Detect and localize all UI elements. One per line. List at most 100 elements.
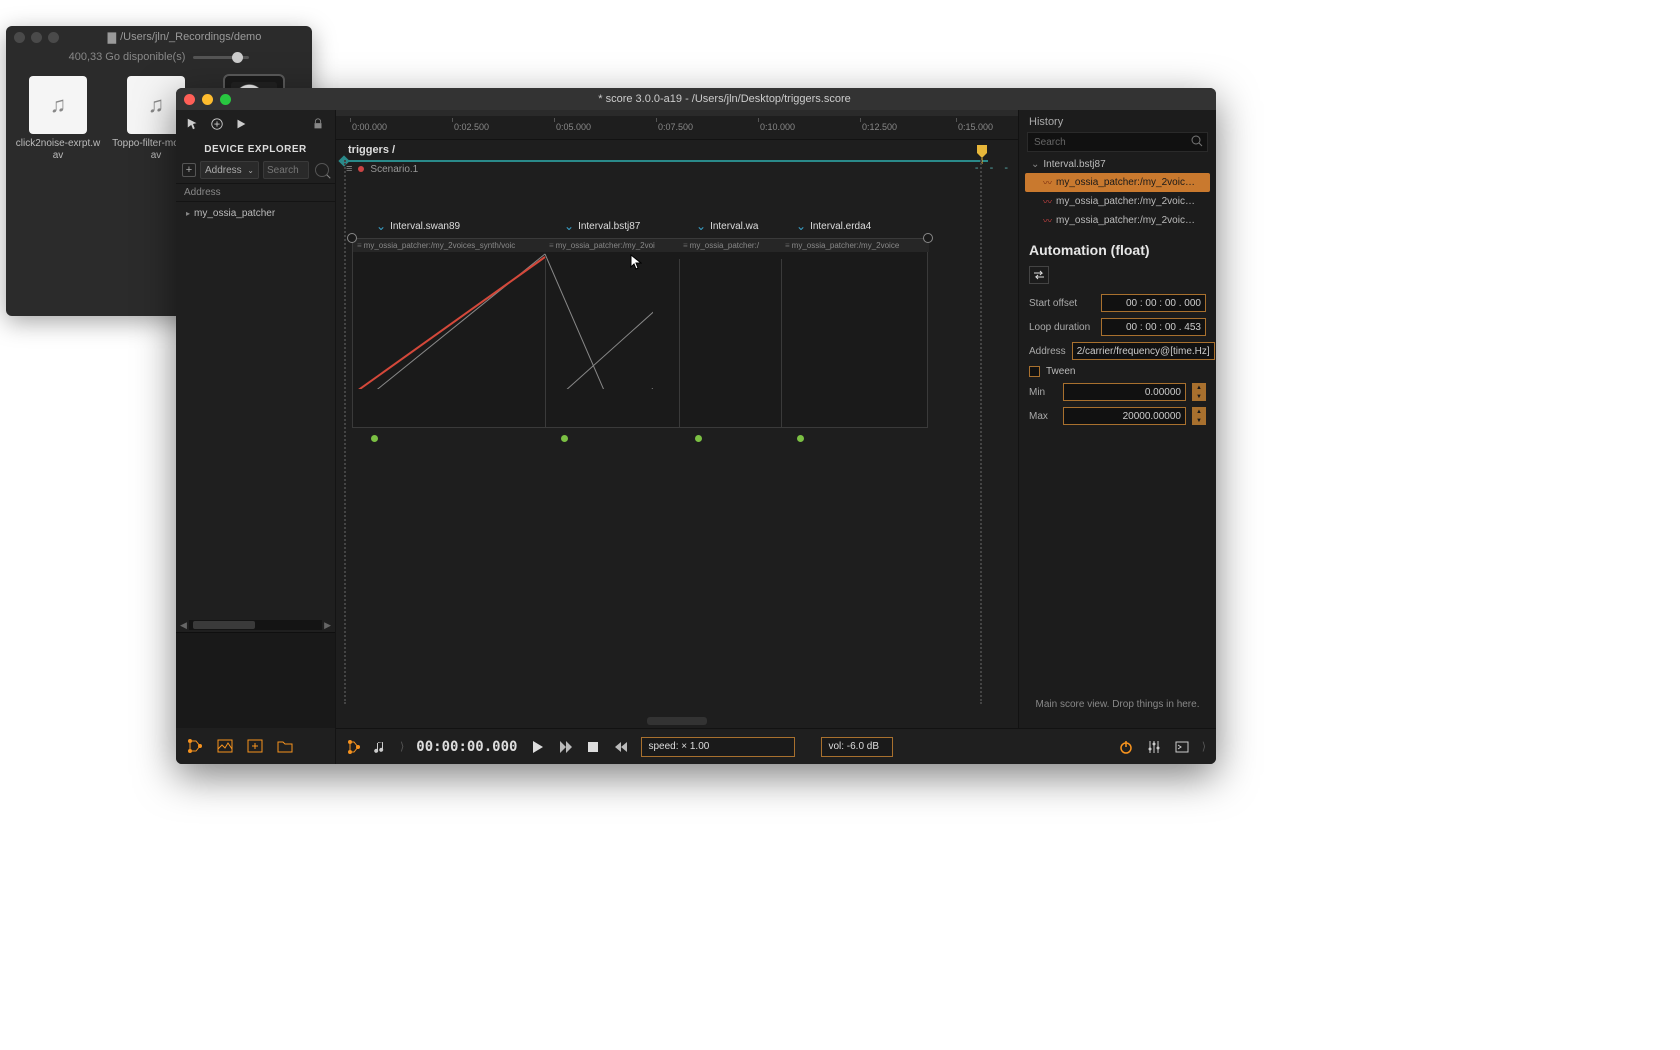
history-item[interactable]: 〰my_ossia_patcher:/my_2voic…	[1025, 192, 1210, 211]
finder-statusbar: 400,33 Go disponible(s)	[6, 48, 312, 66]
audio-file-icon: ♫	[29, 76, 87, 134]
chevron-down-icon: ⌄	[247, 166, 254, 175]
finder-max-dot[interactable]	[48, 32, 59, 43]
image-icon[interactable]	[216, 737, 234, 755]
scroll-track[interactable]	[189, 620, 322, 630]
ruler-label: 0:12.500	[862, 122, 897, 132]
zoom-button[interactable]	[220, 94, 231, 105]
interval-title[interactable]: Interval.bstj87	[564, 218, 640, 234]
address-mode-select[interactable]: Address ⌄	[200, 161, 259, 179]
center-canvas[interactable]: 0:00.000 0:02.500 0:05.000 0:07.500 0:10…	[336, 110, 1018, 728]
device-tree[interactable]: my_ossia_patcher	[176, 202, 335, 618]
scroll-thumb[interactable]	[193, 621, 255, 629]
finder-min-dot[interactable]	[31, 32, 42, 43]
scroll-left-icon[interactable]: ◀	[180, 620, 187, 631]
interval-title[interactable]: Interval.swan89	[376, 218, 460, 234]
close-button[interactable]	[184, 94, 195, 105]
history-search-input[interactable]: Search	[1027, 132, 1208, 152]
address-search-input[interactable]: Search	[263, 161, 309, 179]
stop-button[interactable]	[585, 739, 601, 755]
tree-item-label: my_ossia_patcher	[194, 208, 275, 219]
root-interval-bar[interactable]	[344, 160, 988, 162]
breadcrumb-label: triggers /	[348, 144, 395, 156]
divider: ⟩	[1202, 740, 1206, 753]
max-label: Max	[1029, 411, 1057, 422]
folder-icon[interactable]	[276, 737, 294, 755]
address-row: + Address ⌄ Search	[176, 161, 335, 183]
ruler-label: 0:00.000	[352, 122, 387, 132]
score-titlebar[interactable]: * score 3.0.0-a19 - /Users/jln/Desktop/t…	[176, 88, 1216, 110]
speed-input[interactable]: speed: × 1.00	[641, 737, 795, 757]
interval-title[interactable]: Interval.erda4	[796, 218, 871, 234]
interval-title[interactable]: Interval.wa	[696, 218, 758, 234]
min-input[interactable]: 0.00000	[1063, 383, 1186, 401]
play-button[interactable]	[529, 739, 545, 755]
rewind-button[interactable]	[613, 739, 629, 755]
music-note-icon[interactable]	[372, 739, 388, 755]
finder-icon-size-slider[interactable]	[193, 56, 249, 59]
interval-start-node[interactable]	[347, 233, 357, 243]
ruler-label: 0:15.000	[958, 122, 993, 132]
history-item[interactable]: 〰my_ossia_patcher:/my_2voic…	[1025, 173, 1210, 192]
automation-header[interactable]: my_ossia_patcher:/	[679, 239, 781, 252]
event-marker-icon[interactable]	[797, 435, 804, 442]
add-tool-icon[interactable]	[210, 117, 224, 131]
search-icon[interactable]	[315, 163, 329, 177]
loop-toggle-button[interactable]	[1029, 266, 1049, 284]
git-branch-icon[interactable]	[346, 739, 362, 755]
timecode: 00:00:00.000	[416, 739, 517, 755]
history-item[interactable]: 〰my_ossia_patcher:/my_2voic…	[1025, 211, 1210, 230]
add-device-button[interactable]: +	[182, 163, 196, 177]
arrow-tool-icon[interactable]	[186, 117, 200, 131]
window-traffic-lights	[184, 94, 231, 105]
history-item[interactable]: Interval.bstj87	[1025, 156, 1210, 173]
finder-titlebar[interactable]: ▇ /Users/jln/_Recordings/demo	[6, 26, 312, 48]
add-panel-icon[interactable]	[246, 737, 264, 755]
left-lower-panel	[176, 632, 335, 728]
center-h-scrollbar[interactable]	[336, 714, 1018, 728]
loop-duration-input[interactable]: 00 : 00 : 00 . 453	[1101, 318, 1206, 336]
console-icon[interactable]	[1174, 739, 1190, 755]
max-stepper[interactable]: ▲▼	[1192, 407, 1206, 425]
mouse-cursor-icon	[630, 254, 642, 270]
end-time-marker[interactable]	[976, 144, 988, 164]
scroll-right-icon[interactable]: ▶	[324, 620, 331, 631]
automation-header[interactable]: my_ossia_patcher:/my_2voice	[781, 239, 929, 252]
play-tool-icon[interactable]	[234, 117, 248, 131]
minimap[interactable]	[336, 110, 1018, 116]
minimize-button[interactable]	[202, 94, 213, 105]
automation-icon: 〰	[1043, 176, 1052, 189]
ruler-label: 0:07.500	[658, 122, 693, 132]
breadcrumb[interactable]: triggers /	[336, 140, 1018, 160]
max-input[interactable]: 20000.00000	[1063, 407, 1186, 425]
branch-icon[interactable]	[186, 737, 204, 755]
event-marker-icon[interactable]	[371, 435, 378, 442]
automation-icon: 〰	[1043, 214, 1052, 227]
time-ruler[interactable]: 0:00.000 0:02.500 0:05.000 0:07.500 0:10…	[336, 110, 1018, 140]
drag-handle-icon[interactable]: ≡	[346, 163, 352, 175]
finder-item[interactable]: ♫ click2noise-exrpt.wav	[14, 76, 102, 164]
volume-input[interactable]: vol: -6.0 dB	[821, 737, 893, 757]
score-window: * score 3.0.0-a19 - /Users/jln/Desktop/t…	[176, 88, 1216, 764]
mixer-icon[interactable]	[1146, 739, 1162, 755]
address-input[interactable]: 2/carrier/frequency@[time.Hz]	[1072, 342, 1215, 360]
ruler-label: 0:05.000	[556, 122, 591, 132]
event-marker-icon[interactable]	[561, 435, 568, 442]
min-stepper[interactable]: ▲▼	[1192, 383, 1206, 401]
event-marker-icon[interactable]	[695, 435, 702, 442]
timeline[interactable]: Interval.swan89 Interval.bstj87 Interval…	[352, 218, 946, 428]
start-marker-line	[344, 160, 346, 704]
scenario-header[interactable]: ≡ Scenario.1	[336, 160, 1018, 178]
interval-end-node[interactable]	[923, 233, 933, 243]
tween-checkbox[interactable]: Tween	[1029, 366, 1206, 377]
start-offset-input[interactable]: 00 : 00 : 00 . 000	[1101, 294, 1206, 312]
power-button[interactable]	[1118, 739, 1134, 755]
address-mode-label: Address	[205, 165, 242, 176]
play-all-button[interactable]	[557, 739, 573, 755]
scroll-thumb[interactable]	[647, 717, 707, 725]
lock-icon[interactable]	[311, 117, 325, 131]
automation-curves[interactable]	[353, 239, 653, 389]
finder-close-dot[interactable]	[14, 32, 25, 43]
tree-item[interactable]: my_ossia_patcher	[182, 206, 329, 221]
tree-h-scrollbar[interactable]: ◀ ▶	[176, 618, 335, 632]
